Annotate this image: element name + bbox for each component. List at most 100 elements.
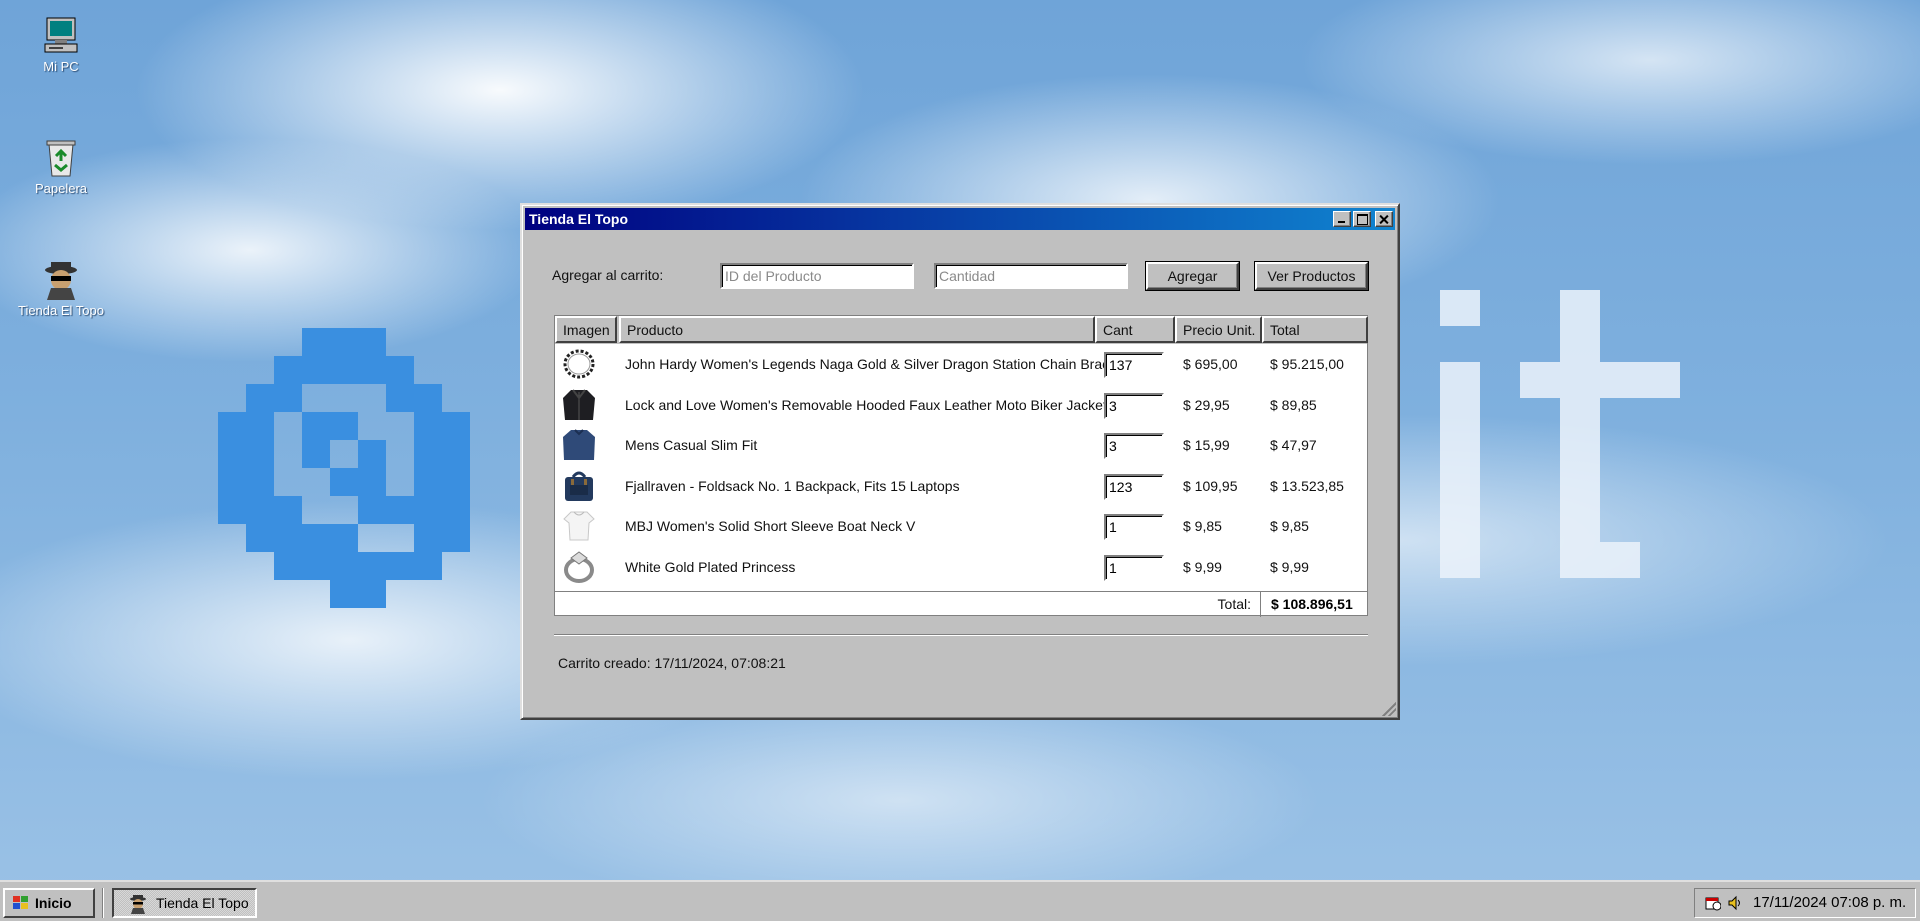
spy-mole-icon — [130, 895, 146, 914]
product-name: Mens Casual Slim Fit — [625, 437, 758, 453]
recycle-bin-icon — [41, 138, 81, 178]
product-id-input[interactable] — [720, 263, 914, 289]
unit-price: $ 9,99 — [1183, 559, 1222, 575]
table-row[interactable]: Mens Casual Slim Fit $ 15,99 $ 47,97 — [555, 425, 1367, 465]
desktop-icon-tienda-el-topo[interactable]: Tienda El Topo — [16, 260, 106, 318]
spy-mole-icon — [41, 260, 81, 300]
background-pixel — [1440, 470, 1480, 506]
row-total: $ 95.215,00 — [1270, 356, 1344, 372]
background-pixel — [1440, 290, 1480, 326]
quantity-field[interactable] — [1104, 433, 1164, 459]
background-pixel — [1560, 434, 1600, 470]
start-button[interactable]: Inicio — [3, 888, 95, 918]
quantity-input[interactable] — [934, 263, 1128, 289]
product-name: White Gold Plated Princess — [625, 559, 796, 575]
quantity-field[interactable] — [1104, 474, 1164, 500]
background-pixel — [302, 356, 330, 384]
taskbar-app-label: Tienda El Topo — [156, 895, 249, 911]
background-pixel — [1440, 362, 1480, 398]
column-header-qty[interactable]: Cant — [1095, 316, 1175, 343]
quantity-field[interactable] — [1104, 555, 1164, 581]
tshirt-icon — [561, 509, 597, 543]
shop-window: Tienda El Topo Agregar al carrito: Agreg… — [520, 203, 1400, 720]
background-pixel — [442, 412, 470, 440]
background-pixel — [414, 552, 442, 580]
column-header-product[interactable]: Producto — [619, 316, 1095, 343]
desktop-icon-my-pc[interactable]: Mi PC — [16, 16, 106, 74]
background-pixel — [1640, 362, 1680, 398]
computer-icon — [41, 16, 81, 56]
quantity-field[interactable] — [1104, 514, 1164, 540]
background-pixel — [246, 384, 274, 412]
background-pixel — [1560, 542, 1600, 578]
background-pixel — [330, 412, 358, 440]
jacket-icon — [561, 388, 597, 422]
background-pixel — [330, 356, 358, 384]
background-pixel — [1600, 362, 1640, 398]
product-name: MBJ Women's Solid Short Sleeve Boat Neck… — [625, 518, 916, 534]
window-title: Tienda El Topo — [529, 211, 629, 227]
background-pixel — [330, 524, 358, 552]
background-pixel — [1440, 398, 1480, 434]
table-header: Imagen Producto Cant Precio Unit. Total — [555, 316, 1368, 344]
taskbar-separator — [102, 888, 104, 918]
backpack-icon — [561, 469, 597, 503]
desktop-icon-label: Papelera — [34, 181, 88, 196]
background-pixel — [218, 412, 246, 440]
background-pixel — [218, 468, 246, 496]
taskbar: Inicio Tienda El Topo 17/11/2024 07:08 p… — [0, 880, 1920, 921]
background-pixel — [1560, 398, 1600, 434]
desktop-icon-recycle-bin[interactable]: Papelera — [16, 138, 106, 196]
background-pixel — [1440, 506, 1480, 542]
add-button[interactable]: Agregar — [1146, 262, 1239, 290]
row-total: $ 9,85 — [1270, 518, 1309, 534]
background-pixel — [358, 552, 386, 580]
table-row[interactable]: Lock and Love Women's Removable Hooded F… — [555, 385, 1367, 425]
minimize-button[interactable] — [1333, 211, 1351, 227]
volume-icon[interactable] — [1727, 895, 1743, 911]
maximize-button[interactable] — [1353, 211, 1371, 227]
background-pixel — [414, 468, 442, 496]
quantity-field[interactable] — [1104, 352, 1164, 378]
background-pixel — [414, 440, 442, 468]
column-header-image[interactable]: Imagen — [555, 316, 617, 343]
background-pixel — [358, 356, 386, 384]
total-label: Total: — [1217, 596, 1251, 612]
divider — [554, 634, 1368, 636]
clock[interactable]: 17/11/2024 07:08 p. m. — [1753, 894, 1906, 911]
background-pixel — [274, 356, 302, 384]
row-total: $ 89,85 — [1270, 397, 1317, 413]
table-row[interactable]: John Hardy Women's Legends Naga Gold & S… — [555, 344, 1367, 384]
background-pixel — [442, 440, 470, 468]
background-pixel — [274, 384, 302, 412]
background-pixel — [330, 328, 358, 356]
column-header-unit-price[interactable]: Precio Unit. — [1175, 316, 1262, 343]
background-pixel — [330, 552, 358, 580]
background-pixel — [302, 524, 330, 552]
window-titlebar[interactable]: Tienda El Topo — [525, 208, 1395, 230]
background-pixel — [1560, 290, 1600, 326]
background-logo — [190, 300, 490, 640]
row-total: $ 9,99 — [1270, 559, 1309, 575]
background-pixel — [1560, 470, 1600, 506]
table-row[interactable]: MBJ Women's Solid Short Sleeve Boat Neck… — [555, 506, 1367, 546]
resize-grip[interactable] — [1382, 702, 1396, 716]
table-row[interactable]: Fjallraven - Foldsack No. 1 Backpack, Fi… — [555, 466, 1367, 506]
background-pixel — [274, 496, 302, 524]
quantity-field[interactable] — [1104, 393, 1164, 419]
background-pixel — [358, 328, 386, 356]
table-row[interactable]: White Gold Plated Princess $ 9,99 $ 9,99 — [555, 547, 1367, 587]
start-label: Inicio — [35, 895, 72, 911]
taskbar-app-button[interactable]: Tienda El Topo — [112, 888, 257, 918]
ring-icon — [561, 550, 597, 584]
system-tray: 17/11/2024 07:08 p. m. — [1694, 888, 1916, 918]
background-pixel — [358, 496, 386, 524]
bracelet-icon — [561, 347, 597, 381]
view-products-button[interactable]: Ver Productos — [1255, 262, 1368, 290]
cart-total-row: Total: $ 108.896,51 — [555, 591, 1367, 617]
scheduler-icon[interactable] — [1705, 895, 1721, 911]
column-header-total[interactable]: Total — [1262, 316, 1368, 343]
close-button[interactable] — [1375, 211, 1393, 227]
background-pixel — [414, 412, 442, 440]
shirt-icon — [561, 428, 597, 462]
